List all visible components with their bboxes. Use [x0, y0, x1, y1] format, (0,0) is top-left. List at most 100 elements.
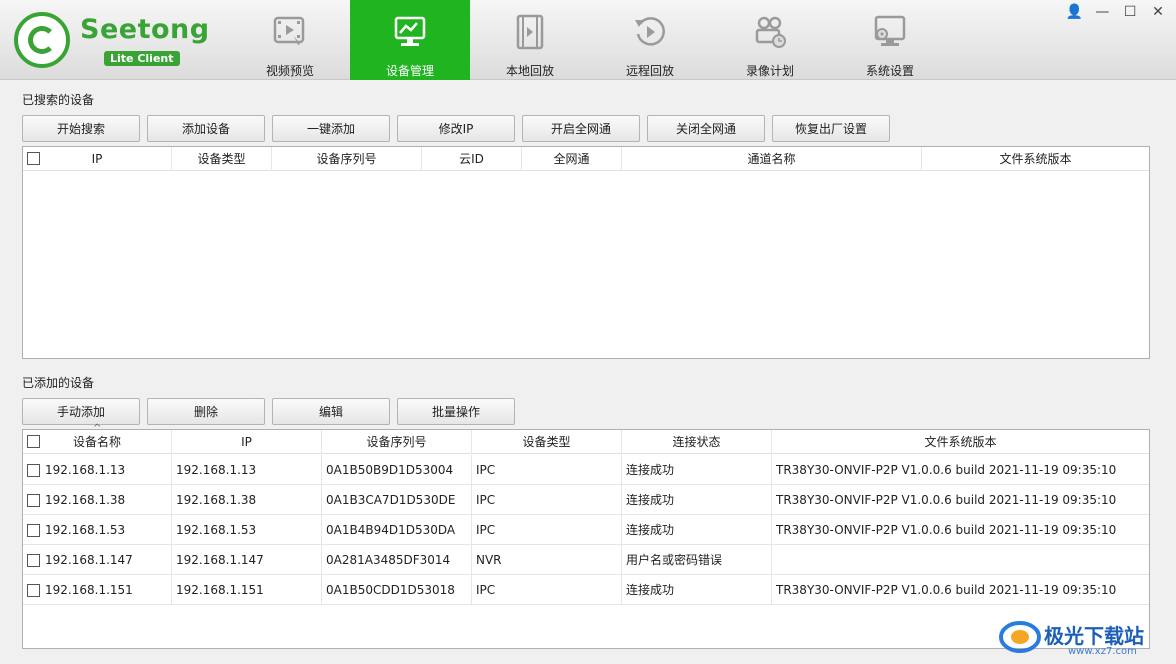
row-checkbox[interactable] — [27, 524, 40, 537]
added-devices-table: ^ 设备名称 IP 设备序列号 设备类型 连接状态 文件系统版本 192.168… — [22, 423, 1150, 649]
row-checkbox[interactable] — [27, 584, 40, 597]
searched-devices-table: IP 设备类型 设备序列号 云ID 全网通 通道名称 文件系统版本 — [22, 146, 1150, 359]
serial-cell: 0A281A3485DF3014 — [322, 545, 472, 575]
column-header[interactable]: 设备名称 — [23, 430, 172, 454]
column-header[interactable]: 云ID — [422, 147, 522, 171]
table-row[interactable]: 192.168.1.151 192.168.1.151 0A1B50CDD1D5… — [23, 575, 1149, 605]
device-name-cell: 192.168.1.13 — [41, 455, 172, 485]
replay-icon — [635, 17, 665, 46]
logo-mark — [14, 12, 70, 68]
watermark-logo-icon — [999, 621, 1041, 653]
table-header: ^ 设备名称 IP 设备序列号 设备类型 连接状态 文件系统版本 — [23, 423, 1149, 454]
firmware-version-cell: TR38Y30-ONVIF-P2P V1.0.0.6 build 2021-11… — [776, 523, 1117, 537]
video-preview-icon — [273, 16, 305, 45]
tab-label: 视频预览 — [265, 64, 314, 78]
device-type-cell: IPC — [472, 485, 622, 515]
start-search-button[interactable]: 开始搜索 — [22, 115, 140, 142]
table-row[interactable]: 192.168.1.38 192.168.1.38 0A1B3CA7D1D530… — [23, 485, 1149, 515]
searched-devices-title: 已搜索的设备 — [22, 93, 95, 107]
device-type-cell: NVR — [472, 545, 622, 575]
watermark-url: www.xz7.com — [1068, 646, 1137, 657]
ip-cell: 192.168.1.147 — [172, 545, 322, 575]
tab-local-playback[interactable]: 本地回放 — [470, 0, 590, 80]
close-button[interactable]: ✕ — [1148, 4, 1168, 22]
app-logo: Seetong Lite Client — [12, 10, 209, 72]
table-row[interactable]: 192.168.1.147 192.168.1.147 0A281A3485DF… — [23, 545, 1149, 575]
column-header[interactable]: 设备类型 — [472, 430, 622, 454]
minimize-button[interactable]: — — [1092, 4, 1112, 22]
connection-status-cell: 连接成功 — [622, 455, 772, 485]
camera-schedule-icon — [755, 16, 786, 48]
delete-button[interactable]: 删除 — [147, 398, 265, 425]
disable-all-network-button[interactable]: 关闭全网通 — [647, 115, 765, 142]
tab-system-settings[interactable]: 系统设置 — [830, 0, 950, 80]
tab-record-schedule[interactable]: 录像计划 — [710, 0, 830, 80]
column-header[interactable]: 文件系统版本 — [922, 147, 1149, 171]
one-click-add-button[interactable]: 一键添加 — [272, 115, 390, 142]
ip-cell: 192.168.1.13 — [172, 455, 322, 485]
column-header[interactable]: 通道名称 — [622, 147, 922, 171]
column-header[interactable]: 设备类型 — [172, 147, 272, 171]
tab-label: 系统设置 — [865, 64, 914, 78]
row-checkbox[interactable] — [27, 554, 40, 567]
firmware-version-cell: TR38Y30-ONVIF-P2P V1.0.0.6 build 2021-11… — [776, 493, 1117, 507]
table-row[interactable]: 192.168.1.53 192.168.1.53 0A1B4B94D1D530… — [23, 515, 1149, 545]
serial-cell: 0A1B4B94D1D530DA — [322, 515, 472, 545]
factory-reset-button[interactable]: 恢复出厂设置 — [772, 115, 890, 142]
added-devices-title: 已添加的设备 — [22, 376, 95, 390]
watermark-text: 极光下载站 — [1044, 624, 1144, 648]
column-header[interactable]: IP — [23, 147, 172, 171]
connection-status-cell: 用户名或密码错误 — [622, 545, 772, 575]
add-device-button[interactable]: 添加设备 — [147, 115, 265, 142]
device-type-cell: IPC — [472, 455, 622, 485]
device-name-cell: 192.168.1.38 — [41, 485, 172, 515]
logo-subtitle: Lite Client — [104, 51, 180, 66]
firmware-version-cell: TR38Y30-ONVIF-P2P V1.0.0.6 build 2021-11… — [776, 583, 1117, 597]
batch-operation-button[interactable]: 批量操作 — [397, 398, 515, 425]
tab-video-preview[interactable]: 视频预览 — [230, 0, 350, 80]
window-controls: 👤 — ☐ ✕ — [1061, 4, 1168, 22]
enable-all-network-button[interactable]: 开启全网通 — [522, 115, 640, 142]
user-icon[interactable]: 👤 — [1065, 4, 1085, 22]
device-type-cell: IPC — [472, 575, 622, 605]
device-type-cell: IPC — [472, 515, 622, 545]
manual-add-button[interactable]: 手动添加 — [22, 398, 140, 425]
row-checkbox[interactable] — [27, 464, 40, 477]
device-manage-icon — [394, 16, 426, 46]
tab-label: 设备管理 — [385, 64, 434, 78]
film-icon — [516, 14, 544, 50]
column-header[interactable]: 文件系统版本 — [772, 430, 1149, 454]
tab-remote-playback[interactable]: 远程回放 — [590, 0, 710, 80]
device-name-cell: 192.168.1.53 — [41, 515, 172, 545]
connection-status-cell: 连接成功 — [622, 485, 772, 515]
ip-cell: 192.168.1.53 — [172, 515, 322, 545]
device-name-cell: 192.168.1.147 — [41, 545, 172, 575]
tab-label: 录像计划 — [745, 64, 794, 78]
serial-cell: 0A1B3CA7D1D530DE — [322, 485, 472, 515]
firmware-version-cell — [772, 545, 1149, 575]
firmware-version-cell: TR38Y30-ONVIF-P2P V1.0.0.6 build 2021-11… — [776, 463, 1117, 477]
ip-cell: 192.168.1.38 — [172, 485, 322, 515]
maximize-button[interactable]: ☐ — [1120, 4, 1140, 22]
column-header[interactable]: 设备序列号 — [272, 147, 422, 171]
table-row[interactable]: 192.168.1.13 192.168.1.13 0A1B50B9D1D530… — [23, 455, 1149, 485]
connection-status-cell: 连接成功 — [622, 515, 772, 545]
system-settings-icon — [874, 15, 906, 46]
modify-ip-button[interactable]: 修改IP — [397, 115, 515, 142]
connection-status-cell: 连接成功 — [622, 575, 772, 605]
tab-label: 远程回放 — [625, 64, 674, 78]
column-header[interactable]: 连接状态 — [622, 430, 772, 454]
row-checkbox[interactable] — [27, 494, 40, 507]
serial-cell: 0A1B50CDD1D53018 — [322, 575, 472, 605]
tab-label: 本地回放 — [505, 64, 554, 78]
app-header: Seetong Lite Client 视频预览 设备管理 本地回放 远程回放 … — [0, 0, 1176, 80]
device-name-cell: 192.168.1.151 — [41, 575, 172, 605]
edit-button[interactable]: 编辑 — [272, 398, 390, 425]
column-header[interactable]: 全网通 — [522, 147, 622, 171]
logo-name: Seetong — [80, 14, 210, 45]
ip-cell: 192.168.1.151 — [172, 575, 322, 605]
site-watermark: 极光下载站 www.xz7.com — [998, 614, 1168, 660]
tab-device-manage[interactable]: 设备管理 — [350, 0, 470, 80]
column-header[interactable]: IP — [172, 430, 322, 454]
column-header[interactable]: 设备序列号 — [322, 430, 472, 454]
